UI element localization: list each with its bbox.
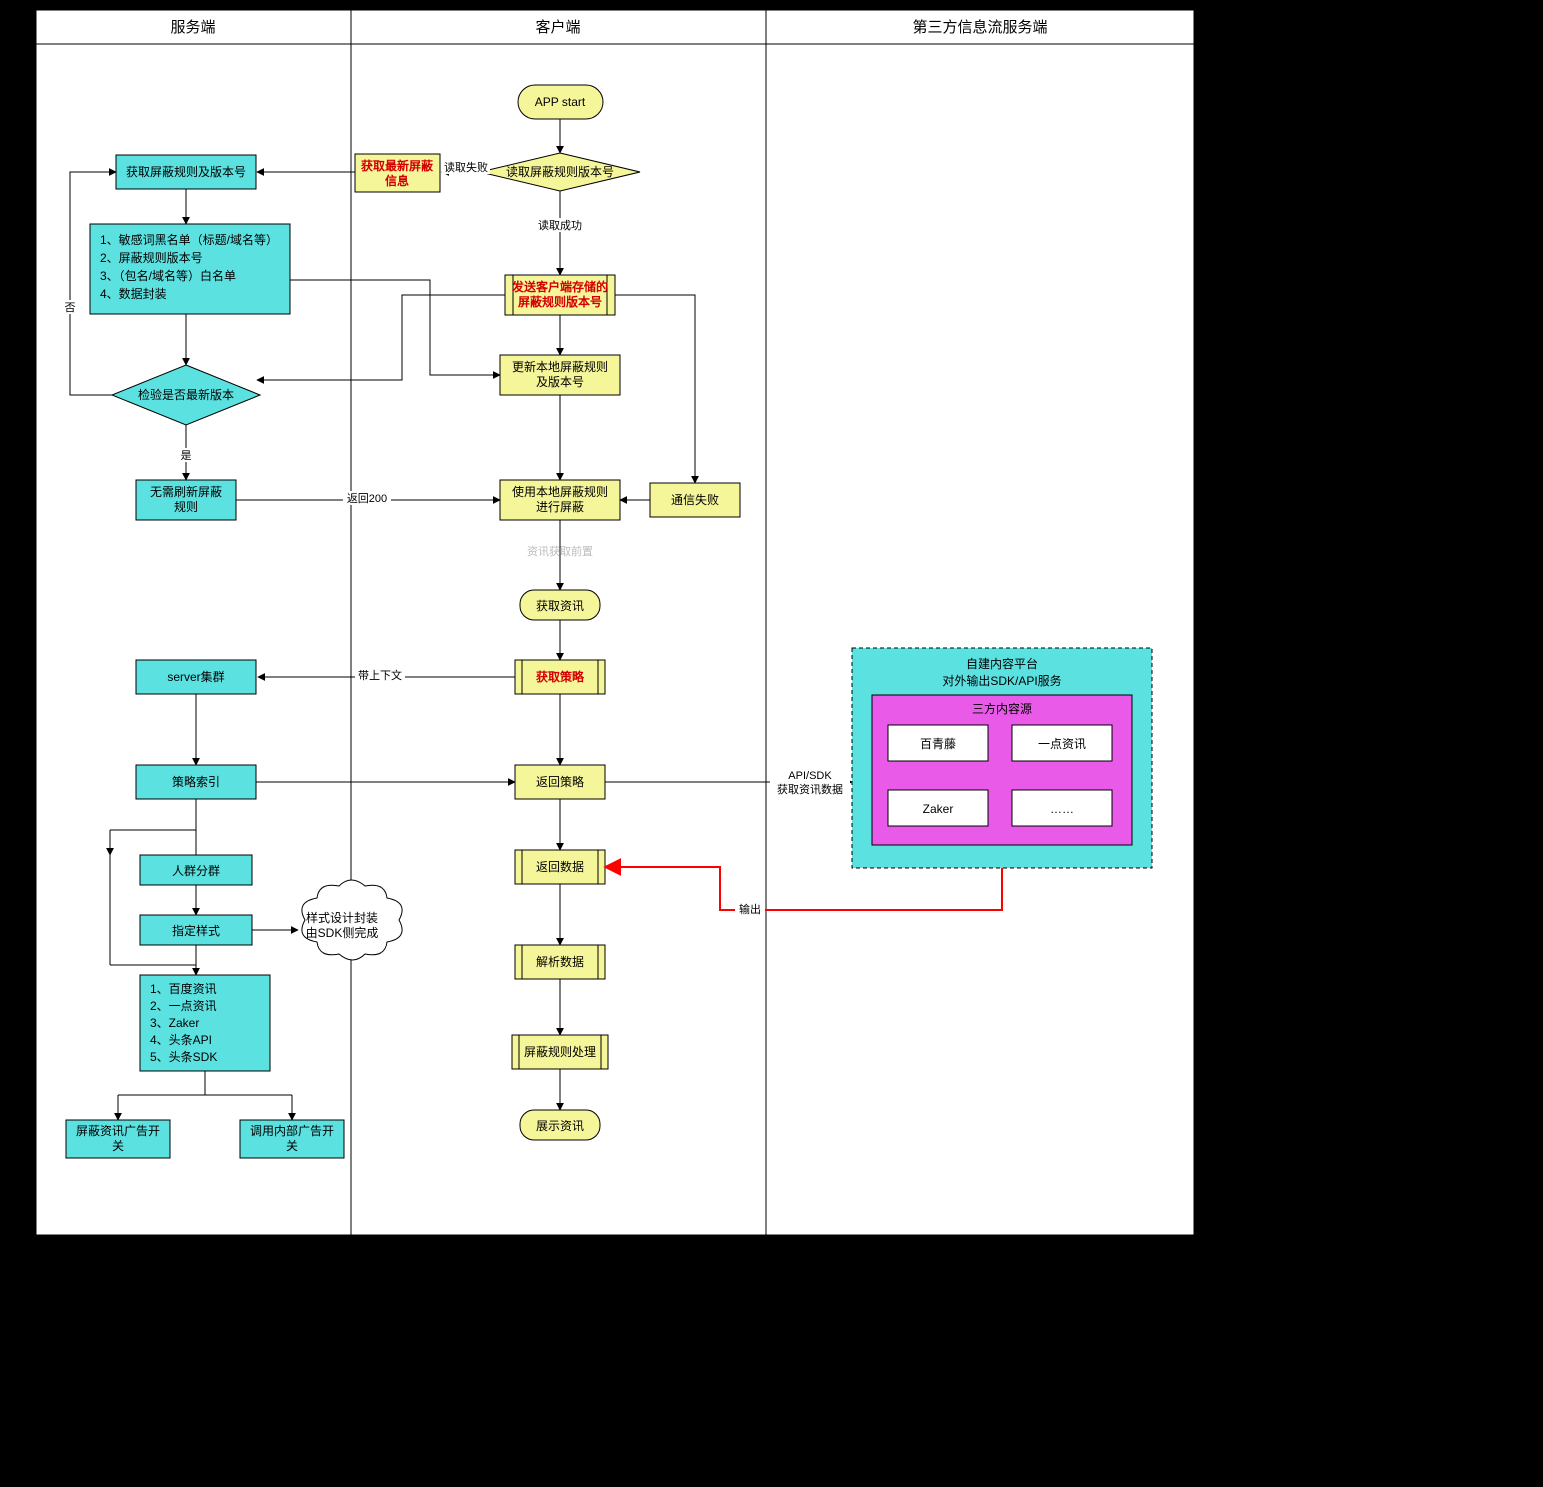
svg-text:无需刷新屏蔽: 无需刷新屏蔽	[150, 484, 222, 499]
svg-text:信息: 信息	[385, 173, 409, 188]
node-update-local: 更新本地屏蔽规则 及版本号	[500, 355, 620, 395]
svg-text:展示资讯: 展示资讯	[536, 1119, 584, 1133]
svg-text:关: 关	[112, 1139, 124, 1153]
svg-text:更新本地屏蔽规则: 更新本地屏蔽规则	[512, 359, 608, 374]
svg-text:人群分群: 人群分群	[172, 864, 220, 878]
node-display-news: 展示资讯	[520, 1110, 600, 1140]
svg-text:4、头条API: 4、头条API	[150, 1033, 212, 1047]
svg-text:返回策略: 返回策略	[536, 774, 584, 789]
svg-text:3、Zaker: 3、Zaker	[150, 1016, 199, 1030]
svg-text:4、数据封装: 4、数据封装	[100, 286, 167, 301]
node-use-local-rules: 使用本地屏蔽规则 进行屏蔽	[500, 480, 620, 520]
svg-text:使用本地屏蔽规则: 使用本地屏蔽规则	[512, 484, 608, 499]
node-rule-package: 1、敏感词黑名单（标题/域名等） 2、屏蔽规则版本号 3、（包名/域名等）白名单…	[90, 224, 290, 314]
svg-text:获取资讯: 获取资讯	[536, 599, 584, 613]
svg-text:……: ……	[1050, 802, 1074, 816]
svg-text:由SDK侧完成: 由SDK侧完成	[306, 925, 379, 940]
svg-text:1、百度资讯: 1、百度资讯	[150, 981, 217, 996]
node-get-rules-ver: 获取屏蔽规则及版本号	[116, 155, 256, 189]
flowchart-diagram: 服务端 客户端 第三方信息流服务端 APP start 读取屏蔽规则版本号 读取…	[0, 0, 1543, 1487]
svg-text:APP start: APP start	[535, 95, 586, 109]
edge-api-sdk-2: 获取资讯数据	[777, 782, 843, 796]
svg-text:发送客户端存储的: 发送客户端存储的	[511, 279, 608, 294]
svg-text:调用内部广告开: 调用内部广告开	[250, 1123, 334, 1138]
svg-text:2、一点资讯: 2、一点资讯	[150, 999, 217, 1013]
node-fetch-policy: 获取策略	[515, 660, 605, 694]
node-call-internal-ad: 调用内部广告开 关	[240, 1120, 344, 1158]
node-block-news-ad: 屏蔽资讯广告开 关	[66, 1120, 170, 1158]
svg-text:获取屏蔽规则及版本号: 获取屏蔽规则及版本号	[126, 164, 246, 179]
node-policy-index: 策略索引	[136, 765, 256, 799]
svg-text:获取最新屏蔽: 获取最新屏蔽	[360, 158, 434, 173]
node-parse-data: 解析数据	[515, 945, 605, 979]
svg-text:策略索引: 策略索引	[172, 774, 220, 789]
edge-read-fail: 读取失败	[444, 160, 488, 174]
svg-text:屏蔽规则版本号: 屏蔽规则版本号	[517, 294, 602, 309]
lane-third-title: 第三方信息流服务端	[912, 18, 1047, 36]
svg-text:检验是否最新版本: 检验是否最新版本	[138, 387, 234, 402]
svg-text:5、头条SDK: 5、头条SDK	[150, 1050, 217, 1064]
edge-read-ok: 读取成功	[538, 218, 582, 232]
edge-api-sdk-1: API/SDK	[788, 770, 832, 782]
node-server-cluster: server集群	[136, 660, 256, 694]
svg-text:读取屏蔽规则版本号: 读取屏蔽规则版本号	[506, 164, 614, 179]
svg-text:3、（包名/域名等）白名单: 3、（包名/域名等）白名单	[100, 268, 236, 283]
edge-with-ctx: 带上下文	[358, 668, 402, 682]
svg-text:规则: 规则	[174, 499, 198, 514]
svg-text:通信失败: 通信失败	[671, 492, 719, 507]
node-return-policy: 返回策略	[515, 765, 605, 799]
svg-text:server集群: server集群	[167, 669, 224, 684]
node-comm-fail: 通信失败	[650, 483, 740, 517]
svg-text:一点资讯: 一点资讯	[1038, 737, 1086, 751]
svg-text:屏蔽资讯广告开: 屏蔽资讯广告开	[76, 1124, 160, 1138]
svg-text:返回数据: 返回数据	[536, 859, 584, 874]
edge-branch-no: 否	[65, 302, 76, 314]
svg-text:对外输出SDK/API服务: 对外输出SDK/API服务	[942, 673, 1061, 688]
node-get-latest-block: 获取最新屏蔽 信息	[355, 154, 440, 192]
edge-pre-fetch: 资讯获取前置	[527, 544, 593, 558]
node-fetch-news: 获取资讯	[520, 590, 600, 620]
node-crowd-group: 人群分群	[140, 855, 252, 885]
edge-output: 输出	[739, 902, 761, 916]
node-return-data: 返回数据	[515, 850, 605, 884]
node-app-start: APP start	[518, 85, 603, 119]
edge-return200: 返回200	[347, 492, 387, 505]
node-style-spec: 指定样式	[140, 915, 252, 945]
lane-client-title: 客户端	[535, 19, 580, 36]
svg-text:Zaker: Zaker	[923, 802, 954, 816]
svg-text:三方内容源: 三方内容源	[972, 701, 1032, 716]
lane-server-title: 服务端	[170, 19, 215, 36]
node-news-sources: 1、百度资讯 2、一点资讯 3、Zaker 4、头条API 5、头条SDK	[140, 975, 270, 1071]
svg-text:1、敏感词黑名单（标题/域名等）: 1、敏感词黑名单（标题/域名等）	[100, 232, 278, 247]
svg-text:解析数据: 解析数据	[536, 954, 584, 969]
node-self-platform: 自建内容平台 对外输出SDK/API服务 三方内容源 百青藤 一点资讯 Zake…	[852, 648, 1152, 868]
svg-text:关: 关	[286, 1139, 298, 1153]
svg-text:及版本号: 及版本号	[536, 375, 584, 389]
svg-text:获取策略: 获取策略	[535, 669, 585, 684]
svg-text:样式设计封装: 样式设计封装	[306, 910, 378, 925]
node-rule-process: 屏蔽规则处理	[512, 1035, 608, 1069]
node-no-refresh: 无需刷新屏蔽 规则	[136, 480, 236, 520]
svg-text:指定样式: 指定样式	[172, 923, 220, 938]
svg-text:屏蔽规则处理: 屏蔽规则处理	[524, 1044, 596, 1059]
svg-text:百青藤: 百青藤	[920, 737, 956, 751]
svg-text:2、屏蔽规则版本号: 2、屏蔽规则版本号	[100, 250, 203, 265]
svg-text:进行屏蔽: 进行屏蔽	[536, 500, 584, 514]
node-send-client-ver: 发送客户端存储的 屏蔽规则版本号	[505, 275, 615, 315]
svg-text:自建内容平台: 自建内容平台	[966, 656, 1038, 671]
edge-branch-yes: 是	[181, 449, 192, 462]
